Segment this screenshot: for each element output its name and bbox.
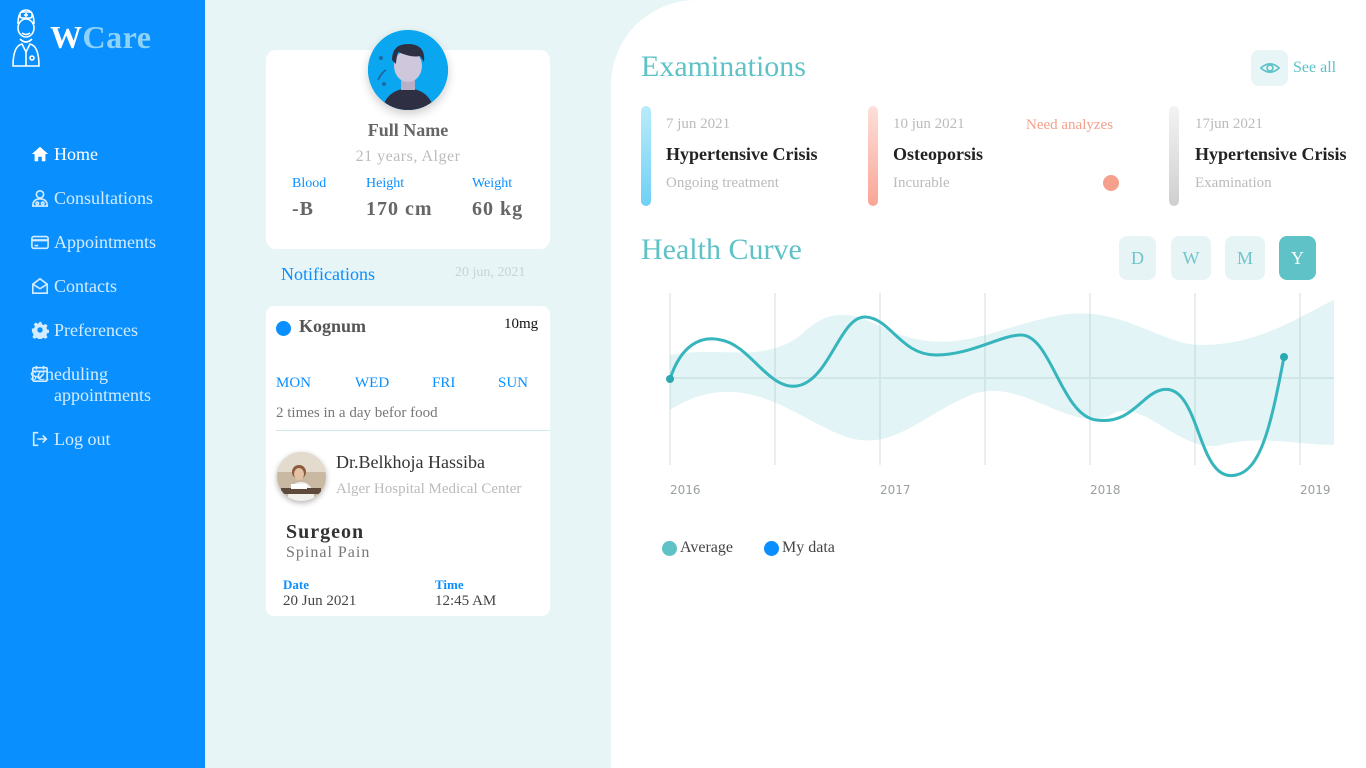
- appointment-date: 20 Jun 2021: [283, 593, 357, 609]
- legend-label: Average: [680, 539, 733, 556]
- alert-dot: [1103, 175, 1119, 191]
- stat-height: Height 170 cm: [366, 176, 433, 221]
- notifications-date: 20 jun, 2021: [455, 265, 526, 280]
- avatar[interactable]: [368, 30, 448, 110]
- user-avatar-icon: [368, 30, 448, 110]
- doctor-logo-icon: [12, 9, 40, 67]
- stat-weight: Weight 60 kg: [472, 176, 523, 221]
- x-axis-ticks: 2016 2017 2018 2019: [670, 483, 1331, 497]
- doctor-avatar[interactable]: [277, 452, 326, 501]
- exam-name[interactable]: Hypertensive Crisis: [666, 144, 817, 165]
- exam-date: 17jun 2021: [1195, 116, 1263, 132]
- x-tick-label: 2017: [880, 483, 911, 497]
- appointment-time-label: Time: [435, 577, 464, 592]
- nav-item-home[interactable]: Home: [30, 144, 200, 165]
- notifications-title: Notifications: [281, 264, 375, 284]
- doctor-specialty: Surgeon: [286, 521, 365, 543]
- legend-my-data[interactable]: My data: [764, 539, 835, 557]
- divider: [276, 430, 550, 431]
- period-year-button[interactable]: Y: [1279, 236, 1316, 280]
- stat-blood: Blood -B: [292, 176, 326, 221]
- see-all-button[interactable]: See all: [1251, 50, 1336, 86]
- doctor-icon: [30, 188, 50, 208]
- period-month-button[interactable]: M: [1225, 236, 1265, 280]
- exam-color-bar: [1169, 106, 1179, 206]
- exam-status: Ongoing treatment: [666, 175, 779, 191]
- stat-label: Height: [366, 176, 405, 191]
- exam-name[interactable]: Hypertensive Crisis: [1195, 144, 1346, 165]
- exam-status: Examination: [1195, 175, 1272, 191]
- exam-color-bar: [868, 106, 878, 206]
- medication-day: WED: [355, 375, 390, 391]
- medication-dose: 10mg: [504, 316, 539, 332]
- sidebar: WCare Home Consultations Appointments Co…: [0, 0, 205, 768]
- medication-day: MON: [276, 375, 312, 391]
- appointment-time: 12:45 AM: [435, 593, 497, 609]
- health-curve-title: Health Curve: [641, 233, 802, 266]
- eye-icon: [1251, 50, 1288, 86]
- legend-label: My data: [782, 539, 835, 556]
- stat-label: Blood: [292, 176, 327, 191]
- x-tick-label: 2018: [1090, 483, 1121, 497]
- my-data-start-point[interactable]: [666, 375, 674, 383]
- stat-value: -B: [292, 198, 314, 220]
- medication-day: FRI: [432, 375, 456, 391]
- brand-name: WCare: [50, 18, 152, 55]
- exam-alert: Need analyzes: [1026, 117, 1114, 133]
- x-tick-label: 2016: [670, 483, 701, 497]
- nav-item-label: Preferences: [54, 320, 138, 340]
- nav-item-preferences[interactable]: Preferences: [30, 320, 200, 341]
- appointment-date-label: Date: [283, 577, 309, 592]
- examinations-title: Examinations: [641, 50, 806, 83]
- nav-item-label: Appointments: [54, 232, 156, 252]
- sidebar-nav: Home Consultations Appointments Contacts…: [30, 144, 200, 473]
- doctor-photo-icon: [277, 452, 326, 501]
- nav-item-appointments[interactable]: Appointments: [30, 232, 200, 253]
- nav-item-label: scheduling appointments: [30, 364, 151, 405]
- appointment-subject: Spinal Pain: [286, 544, 371, 561]
- medication-name: Kognum: [299, 316, 367, 336]
- average-band: [670, 300, 1334, 447]
- health-chart: 2016 2017 2018 2019: [666, 293, 1334, 497]
- stat-value: 170 cm: [366, 198, 433, 220]
- legend-average[interactable]: Average: [662, 539, 733, 557]
- legend-swatch: [662, 540, 677, 556]
- stat-value: 60 kg: [472, 198, 524, 220]
- see-all-label: See all: [1293, 59, 1337, 76]
- exam-name[interactable]: Osteoporsis: [893, 144, 983, 165]
- nav-item-consultations[interactable]: Consultations: [30, 188, 200, 209]
- profile-full-name: Full Name: [367, 120, 449, 140]
- medication-note: 2 times in a day befor food: [276, 405, 438, 421]
- my-data-end-point[interactable]: [1280, 353, 1288, 361]
- gear-icon: [30, 320, 50, 340]
- nav-item-contacts[interactable]: Contacts: [30, 276, 200, 297]
- card-icon: [30, 232, 50, 252]
- medication-dot: [276, 321, 291, 336]
- nav-item-label: Log out: [54, 429, 111, 449]
- nav-item-label: Contacts: [54, 276, 117, 296]
- doctor-hospital: Alger Hospital Medical Center: [336, 481, 522, 497]
- home-icon: [30, 144, 50, 164]
- period-day-button[interactable]: D: [1119, 236, 1156, 280]
- nav-item-log-out[interactable]: Log out: [30, 429, 200, 450]
- x-tick-label: 2019: [1300, 483, 1331, 497]
- exam-status: Incurable: [893, 175, 950, 191]
- period-week-button[interactable]: W: [1171, 236, 1211, 280]
- logo[interactable]: WCare: [10, 6, 151, 68]
- profile-age-location: 21 years, Alger: [355, 148, 461, 165]
- medication-day: SUN: [498, 375, 529, 391]
- exam-date: 10 jun 2021: [893, 116, 965, 132]
- nav-item-label: Consultations: [54, 188, 154, 208]
- envelope-open-icon: [30, 276, 50, 296]
- logout-icon: [30, 429, 50, 449]
- exam-date: 7 jun 2021: [666, 116, 731, 132]
- nav-item-label: Home: [54, 144, 98, 164]
- doctor-name: Dr.Belkhoja Hassiba: [336, 452, 485, 472]
- legend-swatch: [764, 540, 779, 556]
- stat-label: Weight: [472, 176, 513, 191]
- nav-item-scheduling-appointments[interactable]: scheduling appointments: [30, 364, 200, 406]
- exam-color-bar: [641, 106, 651, 206]
